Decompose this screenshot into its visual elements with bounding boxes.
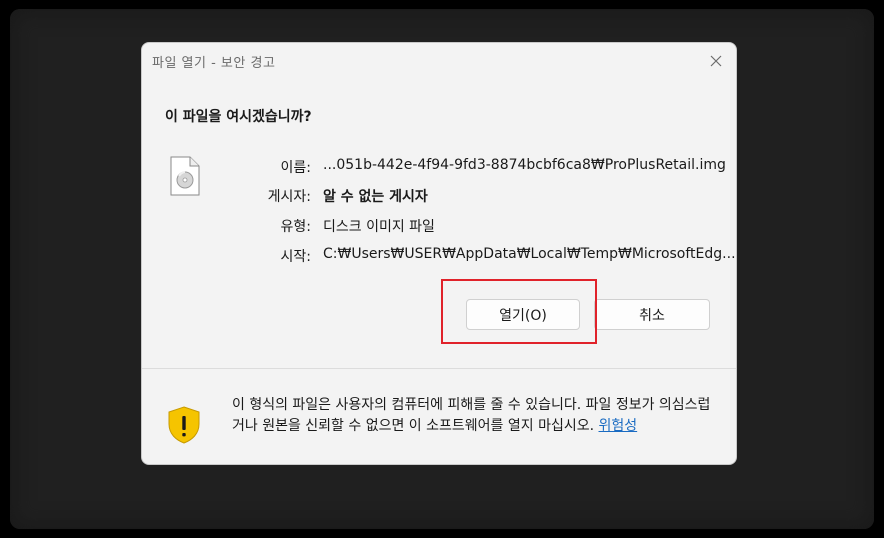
close-button[interactable] [708,53,724,69]
type-label: 유형: [280,219,311,235]
name-value: ...051b-442e-4f94-9fd3-8874bcbf6ca8₩ProP… [323,157,726,173]
from-label: 시작: [280,249,311,265]
question-heading: 이 파일을 여시겠습니까? [165,109,312,125]
separator [142,368,736,369]
publisher-label: 게시자: [267,189,311,205]
title-bar: 파일 열기 - 보안 경고 [142,43,736,79]
security-warning-dialog: 파일 열기 - 보안 경고 이 파일을 여시겠습니까? 이름: ...051b-… [141,42,737,465]
warning-text: 이 형식의 파일은 사용자의 컴퓨터에 피해를 줄 수 있습니다. 파일 정보가… [232,397,711,434]
dialog-title: 파일 열기 - 보안 경고 [152,56,276,71]
risk-link[interactable]: 위험성 [599,418,638,434]
publisher-value: 알 수 없는 게시자 [323,189,428,205]
cancel-button[interactable]: 취소 [594,299,710,330]
close-icon [710,55,722,67]
from-value: C:₩Users₩USER₩AppData₩Local₩Temp₩Microso… [323,246,736,262]
highlight-box [441,279,597,344]
warning-message: 이 형식의 파일은 사용자의 컴퓨터에 피해를 줄 수 있습니다. 파일 정보가… [232,395,722,437]
type-value: 디스크 이미지 파일 [323,219,435,235]
shield-warning-icon [168,406,200,444]
disc-image-file-icon [170,156,200,196]
name-label: 이름: [280,160,311,176]
